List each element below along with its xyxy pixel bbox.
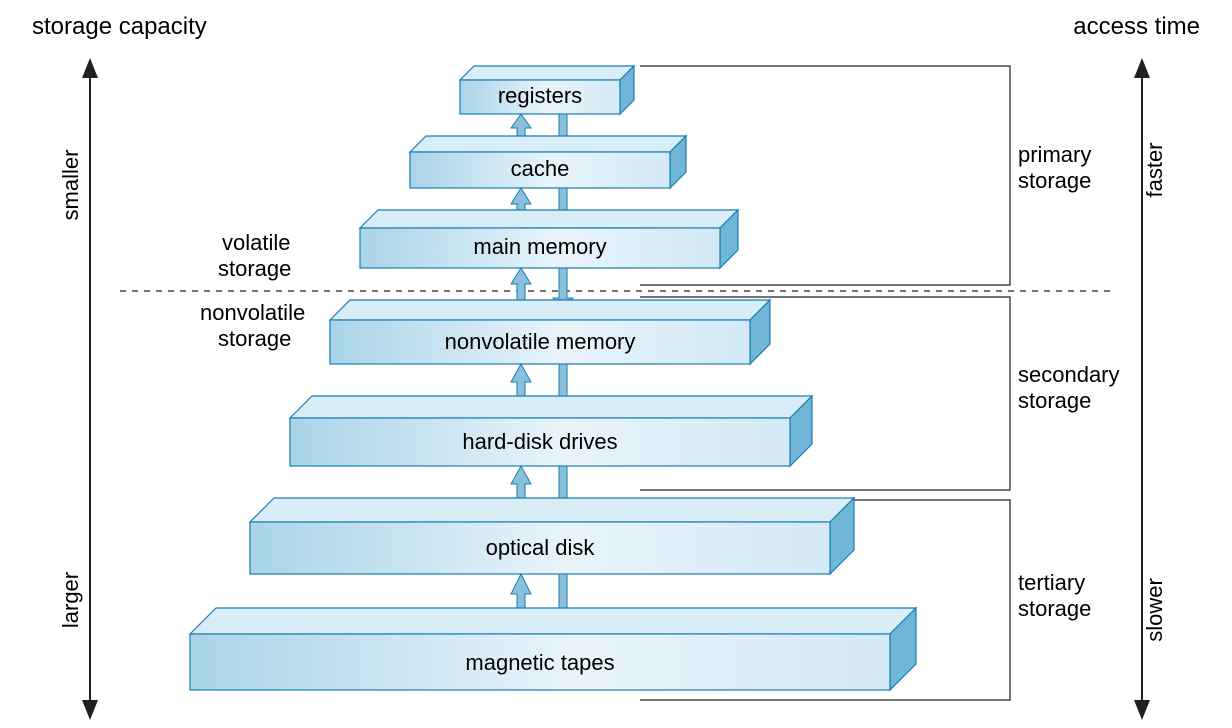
- level-main-memory: main memory: [360, 210, 738, 268]
- secondary-label-line1: secondary: [1018, 362, 1120, 387]
- level-cache: cache: [410, 136, 686, 188]
- primary-label-line1: primary: [1018, 142, 1091, 167]
- level-hard-disk-drives-label: hard-disk drives: [462, 429, 617, 454]
- level-optical-disk: optical disk: [250, 498, 854, 574]
- level-optical-disk-label: optical disk: [486, 535, 596, 560]
- level-nonvolatile-memory-label: nonvolatile memory: [445, 329, 636, 354]
- left-axis-top-label: smaller: [58, 150, 83, 221]
- level-hard-disk-drives: hard-disk drives: [290, 396, 812, 466]
- right-axis-top-label: faster: [1142, 142, 1167, 197]
- left-axis: smaller larger: [58, 58, 98, 720]
- level-cache-label: cache: [511, 156, 570, 181]
- tertiary-label-line2: storage: [1018, 596, 1091, 621]
- level-magnetic-tapes-label: magnetic tapes: [465, 650, 614, 675]
- tertiary-label-line1: tertiary: [1018, 570, 1085, 595]
- level-nonvolatile-memory: nonvolatile memory: [330, 300, 770, 364]
- volatile-label-line2: storage: [218, 256, 291, 281]
- volatile-label-line1: volatile: [222, 230, 290, 255]
- secondary-label-line2: storage: [1018, 388, 1091, 413]
- storage-hierarchy-diagram: storage capacity access time smaller lar…: [0, 0, 1232, 728]
- right-axis: faster slower: [1134, 58, 1167, 720]
- right-axis-bottom-label: slower: [1142, 578, 1167, 642]
- level-registers-label: registers: [498, 83, 582, 108]
- primary-label-line2: storage: [1018, 168, 1091, 193]
- level-magnetic-tapes: magnetic tapes: [190, 608, 916, 690]
- right-title: access time: [1073, 13, 1200, 40]
- left-axis-bottom-label: larger: [58, 572, 83, 628]
- nonvolatile-label-line1: nonvolatile: [200, 300, 305, 325]
- left-title: storage capacity: [32, 13, 207, 40]
- nonvolatile-label-line2: storage: [218, 326, 291, 351]
- level-registers: registers: [460, 66, 634, 114]
- level-main-memory-label: main memory: [473, 234, 606, 259]
